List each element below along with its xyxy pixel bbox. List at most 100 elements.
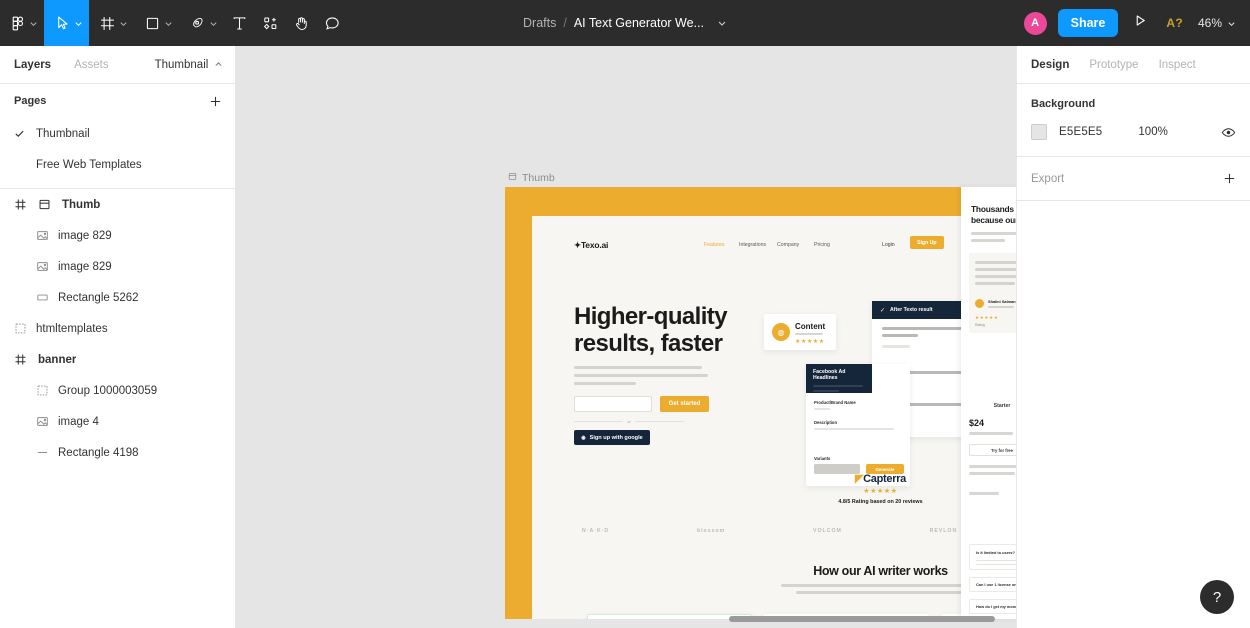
chevron-down-icon — [1227, 19, 1236, 28]
mockup-nav-company[interactable]: Company — [777, 242, 799, 248]
plan-cta-button[interactable]: Try for free — [969, 444, 1016, 457]
mockup-content-card: ◍ Content ★★★★★ — [764, 314, 836, 350]
mockup-signup-button[interactable]: Sign Up — [910, 236, 944, 249]
move-tool-button[interactable] — [44, 0, 89, 46]
image-icon — [36, 415, 58, 428]
tab-layers[interactable]: Layers — [14, 59, 51, 71]
frame-tool-icon — [99, 15, 116, 32]
toolbar-actions: A Share A? 46% — [1022, 0, 1250, 46]
layer-label: htmltemplates — [36, 322, 108, 335]
comment-tool-button[interactable] — [317, 0, 348, 46]
pages-header: Pages — [0, 84, 235, 118]
mockup-step-card: 1 — [587, 614, 752, 619]
play-icon — [1133, 13, 1148, 33]
page-selector[interactable]: Thumbnail — [155, 59, 224, 71]
faq-item[interactable]: Is it limited to users?+ — [969, 544, 1016, 570]
frame-label[interactable]: Thumb — [508, 172, 555, 184]
mockup-nav-integrations[interactable]: Integrations — [739, 242, 766, 248]
layer-label: Thumb — [62, 198, 101, 211]
brand-logo: VOLCOM — [813, 528, 842, 534]
visibility-eye-icon[interactable] — [1221, 125, 1236, 140]
testimonial-rating: Rating — [975, 323, 985, 327]
mockup2-faq-column-left: Is it limited to users?+ Can I use 1 lic… — [969, 544, 1016, 614]
text-tool-icon — [231, 15, 248, 32]
layer-row[interactable]: Group 1000003059 — [0, 375, 235, 406]
page-selector-label: Thumbnail — [154, 58, 209, 71]
add-page-button[interactable] — [209, 95, 222, 108]
figma-menu-button[interactable] — [0, 0, 44, 46]
mockup-how-block: How our AI writer works — [532, 564, 1016, 595]
frame-label-text: Thumb — [522, 172, 555, 184]
mockup-login-link[interactable]: Login — [882, 242, 895, 248]
artboard-overlay[interactable]: Thousands of customers love us because o… — [961, 187, 1016, 619]
layer-row[interactable]: image 4 — [0, 406, 235, 437]
layer-row[interactable]: Rectangle 4198 — [0, 437, 235, 468]
mockup2-testimonial-card: Shalini Salman ★★★★★ Rating — [969, 253, 1016, 333]
layer-row[interactable]: htmltemplates — [0, 313, 235, 344]
avatar[interactable]: A — [1022, 10, 1048, 36]
plan-name: Starter — [993, 403, 1011, 409]
canvas-area[interactable]: Thumb ✦Texo.ai Features Integrations Com… — [236, 46, 1016, 628]
color-swatch[interactable] — [1031, 124, 1047, 140]
result-panel-title: After Texto result — [890, 307, 933, 313]
background-section: Background E5E5E5 100% — [1017, 84, 1250, 157]
horizontal-scrollbar-thumb[interactable] — [729, 616, 995, 622]
mockup-logo-text: Texo.ai — [580, 240, 609, 250]
frame-icon — [508, 172, 517, 184]
status-badge[interactable]: A? — [1163, 16, 1186, 30]
share-button[interactable]: Share — [1057, 9, 1119, 37]
chevron-down-icon — [29, 19, 38, 28]
frame-icon — [38, 198, 62, 211]
tab-design[interactable]: Design — [1031, 59, 1069, 71]
right-sidebar-tabs: Design Prototype Inspect — [1017, 46, 1250, 84]
mockup-email-input[interactable] — [574, 396, 652, 412]
artboard-thumb[interactable]: ✦Texo.ai Features Integrations Company P… — [505, 187, 1016, 619]
background-opacity-value[interactable]: 100% — [1138, 126, 1167, 138]
breadcrumb-file-name[interactable]: AI Text Generator We... — [574, 16, 704, 30]
chevron-down-icon — [119, 19, 128, 28]
mockup-capterra-block: ◤Capterra ★★★★★ 4.8/5 Rating based on 20… — [532, 472, 1016, 505]
layer-row[interactable]: Rectangle 5262 — [0, 282, 235, 313]
components-icon — [262, 15, 279, 32]
mockup-form-panel: Facebook Ad Headlines Product/Brand Name… — [806, 364, 910, 486]
tab-assets[interactable]: Assets — [74, 59, 109, 71]
page-item-thumbnail[interactable]: Thumbnail — [0, 118, 235, 149]
file-menu-chevron-down-icon[interactable] — [717, 18, 727, 28]
mockup-google-signup-button[interactable]: ◉ Sign up with google — [574, 430, 650, 445]
help-button[interactable]: ? — [1200, 580, 1234, 614]
layer-row[interactable]: image 829 — [0, 220, 235, 251]
pen-tool-button[interactable] — [179, 0, 224, 46]
layer-label: image 4 — [58, 415, 99, 428]
layer-label: Group 1000003059 — [58, 384, 158, 397]
brand-logo: blossom — [696, 528, 726, 534]
chevron-down-icon — [209, 19, 218, 28]
frame-tool-button[interactable] — [89, 0, 134, 46]
breadcrumb-project[interactable]: Drafts — [523, 16, 556, 30]
mockup-nav-pricing[interactable]: Pricing — [814, 242, 830, 248]
text-tool-button[interactable] — [224, 0, 255, 46]
add-export-button[interactable] — [1223, 172, 1236, 185]
background-hex-value[interactable]: E5E5E5 — [1059, 126, 1102, 138]
tab-inspect[interactable]: Inspect — [1159, 59, 1196, 71]
hand-tool-button[interactable] — [286, 0, 317, 46]
layer-label: image 829 — [58, 260, 112, 273]
zoom-control[interactable]: 46% — [1196, 16, 1236, 30]
layer-row[interactable]: banner — [0, 344, 235, 375]
group-icon — [14, 322, 36, 335]
faq-title: Frequently Asked Questions — [961, 512, 1016, 521]
form-label-1: Product/Brand Name — [814, 400, 856, 405]
layer-row[interactable]: image 829 — [0, 251, 235, 282]
present-button[interactable] — [1128, 13, 1153, 33]
shape-tool-button[interactable] — [134, 0, 179, 46]
mockup-get-started-button[interactable]: Get started — [660, 396, 709, 412]
page-item-free-web-templates[interactable]: Free Web Templates — [0, 149, 235, 180]
chevron-down-icon — [74, 19, 83, 28]
faq-item[interactable]: How do I get my money?+ — [969, 599, 1016, 614]
mockup-nav-features[interactable]: Features — [704, 242, 724, 248]
components-tool-button[interactable] — [255, 0, 286, 46]
mockup2-testimonial-heading: Thousands of customers love us because o… — [971, 204, 1016, 227]
tab-prototype[interactable]: Prototype — [1089, 59, 1138, 71]
layer-row[interactable]: Thumb — [0, 189, 235, 220]
faq-item[interactable]: Can I use 1 license on sub domains?+ — [969, 577, 1016, 592]
mockup2-page: Thousands of customers love us because o… — [961, 187, 1016, 619]
